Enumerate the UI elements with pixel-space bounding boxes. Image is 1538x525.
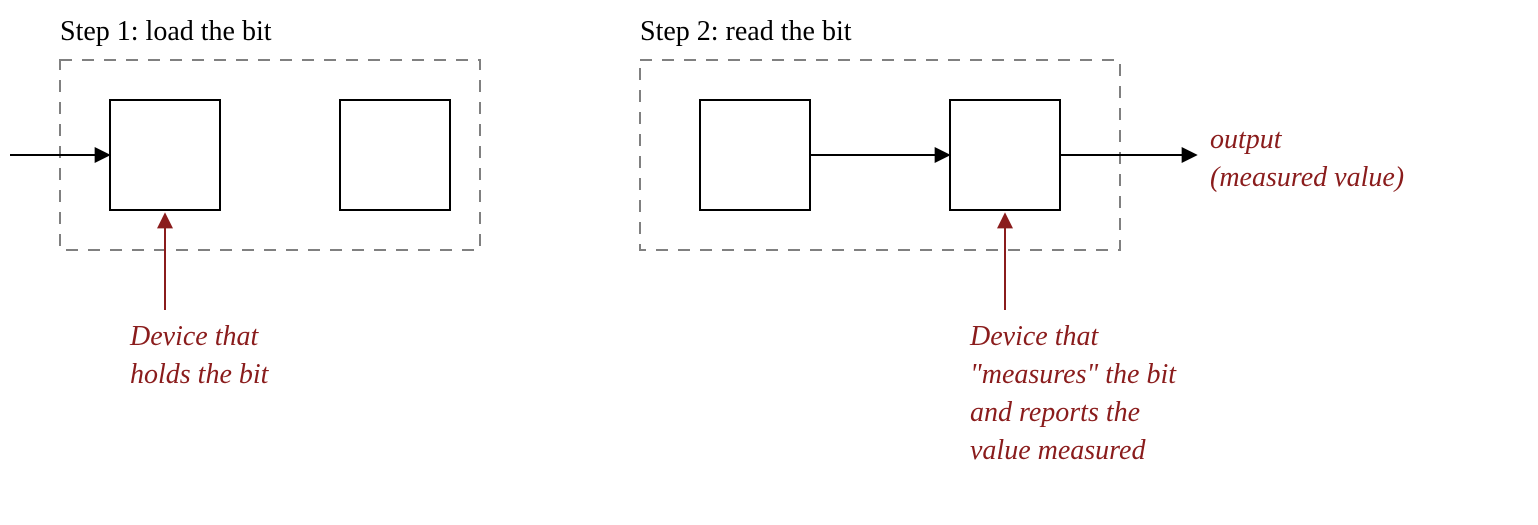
step1-idle-box — [340, 100, 450, 210]
step2-annotation-line4: value measured — [970, 435, 1146, 466]
diagram-canvas: Step 1: load the bit Device that holds t… — [0, 0, 1538, 525]
step2-title: Step 2: read the bit — [640, 16, 852, 47]
step1-annotation-line1: Device that — [129, 321, 259, 352]
step2-hold-device-box — [700, 100, 810, 210]
step2-output-line1: output — [1210, 124, 1283, 155]
step1-title: Step 1: load the bit — [60, 16, 272, 47]
step2-measure-device-box — [950, 100, 1060, 210]
step1-group: Step 1: load the bit Device that holds t… — [10, 16, 480, 390]
step2-annotation-line3: and reports the — [970, 397, 1140, 428]
step2-group: Step 2: read the bit output (measured va… — [640, 16, 1404, 466]
step1-hold-device-box — [110, 100, 220, 210]
step2-annotation-line1: Device that — [969, 321, 1099, 352]
step1-annotation-line2: holds the bit — [130, 359, 270, 390]
step2-annotation-line2: "measures" the bit — [970, 359, 1177, 390]
step2-output-line2: (measured value) — [1210, 162, 1404, 193]
